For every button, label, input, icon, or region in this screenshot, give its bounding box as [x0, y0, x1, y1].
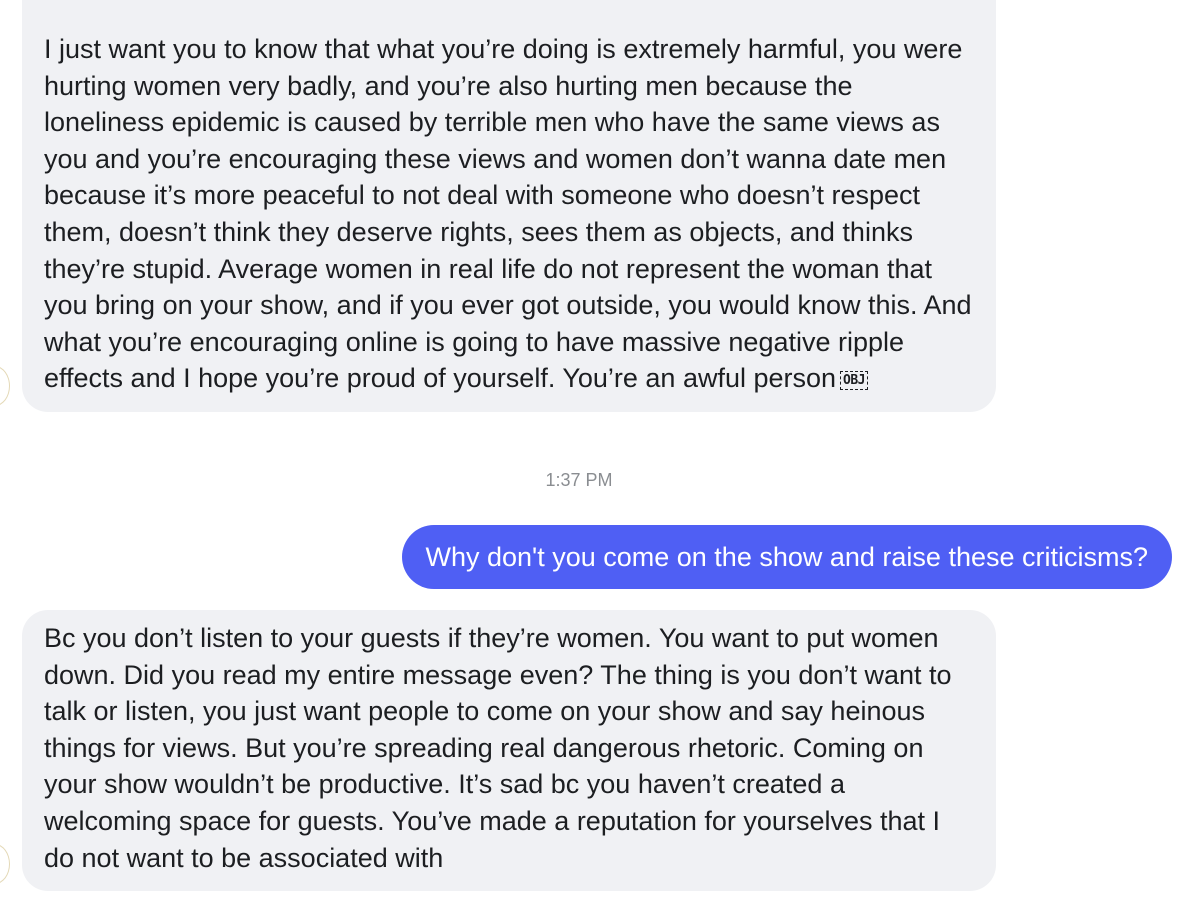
message-text: Why don't you come on the show and raise… — [425, 542, 1149, 572]
incoming-message-bubble[interactable]: I just want you to know that what you’re… — [22, 0, 996, 412]
message-text: I just want you to know that what you’re… — [44, 34, 972, 394]
message-text: Bc you don’t listen to your guests if th… — [44, 623, 952, 873]
outgoing-message-bubble[interactable]: Why don't you come on the show and raise… — [401, 525, 1172, 589]
message-thread: I just want you to know that what you’re… — [0, 0, 1200, 907]
sender-avatar[interactable] — [0, 844, 10, 884]
object-replacement-glyph: OBJ — [840, 371, 869, 391]
incoming-message-bubble[interactable]: Bc you don’t listen to your guests if th… — [22, 610, 996, 891]
sender-avatar[interactable] — [0, 366, 10, 406]
message-timestamp: 1:37 PM — [545, 470, 613, 490]
